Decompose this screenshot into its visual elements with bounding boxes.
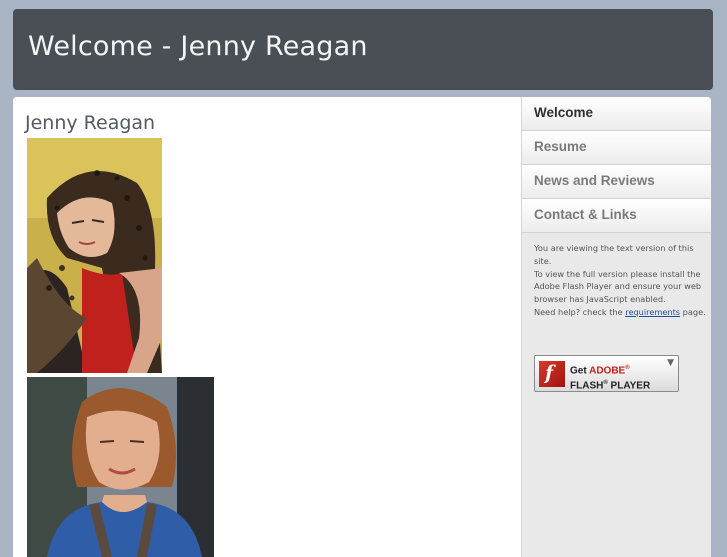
requirements-link[interactable]: requirements bbox=[625, 307, 680, 317]
get-flash-player-button[interactable]: f Get ADOBE® FLASH® PLAYER ▼ bbox=[534, 355, 679, 392]
flash-badge-adobe: ADOBE bbox=[589, 365, 626, 377]
sidebar-item-contact-and-links[interactable]: Contact & Links bbox=[522, 199, 711, 233]
flash-badge-product: FLASH bbox=[570, 380, 604, 392]
sidebar-item-label: Welcome bbox=[534, 105, 594, 120]
portrait-photo-smiling bbox=[27, 377, 214, 557]
portrait-photo-headscarf bbox=[27, 138, 162, 373]
sidebar-item-welcome[interactable]: Welcome bbox=[522, 97, 711, 131]
registered-mark-icon: ® bbox=[603, 380, 608, 387]
sidebar-item-label: Contact & Links bbox=[534, 207, 637, 222]
flash-badge-text: Get ADOBE® FLASH® PLAYER bbox=[570, 362, 650, 393]
sidebar-item-resume[interactable]: Resume bbox=[522, 131, 711, 165]
notice-line-3: Need help? check the requirements page. bbox=[534, 306, 706, 319]
notice-help-prefix: Need help? check the bbox=[534, 306, 626, 317]
notice-line-2: To view the full version please install … bbox=[534, 268, 702, 305]
flash-f-logo-icon: f bbox=[539, 361, 565, 387]
flash-badge-get: Get bbox=[570, 365, 587, 377]
notice-line-1: You are viewing the text version of this… bbox=[534, 243, 694, 266]
site-title: Welcome - Jenny Reagan bbox=[28, 31, 368, 62]
registered-mark-icon: ® bbox=[625, 365, 630, 371]
sidebar-item-label: News and Reviews bbox=[534, 173, 655, 188]
notice-help-suffix: page. bbox=[680, 306, 706, 317]
site-header: Welcome - Jenny Reagan bbox=[13, 9, 713, 90]
flash-badge-player: PLAYER bbox=[610, 380, 651, 392]
sidebar-item-news-and-reviews[interactable]: News and Reviews bbox=[522, 165, 711, 199]
sidebar-item-label: Resume bbox=[534, 139, 587, 154]
content-area: Jenny Reagan bbox=[13, 97, 521, 557]
page-title: Jenny Reagan bbox=[25, 112, 156, 134]
text-version-notice: You are viewing the text version of this… bbox=[534, 242, 706, 319]
main-panel: Jenny Reagan Welcome Resume News and Rev… bbox=[13, 97, 711, 557]
sidebar: Welcome Resume News and Reviews Contact … bbox=[521, 97, 711, 557]
download-arrow-icon: ▼ bbox=[667, 358, 674, 368]
